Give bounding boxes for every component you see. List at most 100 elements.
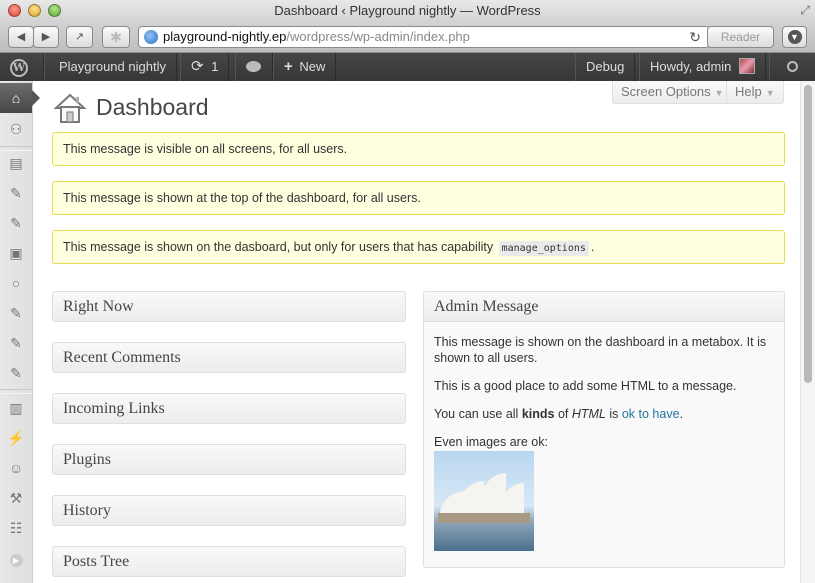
menu-posts[interactable]: ▤ — [0, 148, 32, 178]
bold-text: kinds — [521, 407, 555, 421]
admin-notice: This message is shown at the top of the … — [52, 181, 785, 215]
address-bar[interactable]: playground-nightly.ep/wordpress/wp-admin… — [138, 26, 710, 48]
site-name: Playground nightly — [59, 59, 166, 74]
notice-text-end: . — [590, 240, 595, 254]
minimize-window-button[interactable] — [28, 4, 41, 17]
forward-arrow-icon: ▶ — [41, 31, 51, 43]
postbox-title: History — [63, 502, 111, 519]
menu-pin-5[interactable]: ✎ — [0, 358, 32, 388]
help-button[interactable]: Help ▼ — [726, 81, 784, 104]
text-run: is — [605, 407, 622, 421]
screen-options-label: Screen Options — [621, 84, 711, 99]
reload-icon[interactable]: ↻ — [689, 27, 701, 47]
menu-appearance[interactable]: ▥ — [0, 393, 32, 423]
reader-button[interactable]: Reader — [707, 26, 774, 48]
comment-bubble-icon — [246, 61, 261, 72]
avatar — [739, 58, 756, 74]
text-run: . — [679, 407, 684, 421]
postbox-plugins[interactable]: Plugins — [52, 444, 406, 475]
menu-pin-4[interactable]: ✎ — [0, 328, 32, 358]
debug-menu[interactable]: Debug — [575, 53, 636, 81]
message-paragraph: Even images are ok: — [434, 435, 548, 449]
ok-to-have-link[interactable]: ok to have — [622, 407, 680, 421]
postbox-history[interactable]: History — [52, 495, 406, 526]
new-label: New — [299, 59, 326, 74]
admin-notice: This message is visible on all screens, … — [52, 132, 785, 166]
postbox-right-now[interactable]: Right Now — [52, 291, 406, 322]
updates-icon: ⟳ — [191, 58, 204, 75]
window-titlebar: Dashboard ‹ Playground nightly — WordPre… — [0, 0, 815, 22]
text-run: of — [554, 407, 572, 421]
downloads-button[interactable]: ▼ — [782, 26, 807, 48]
text-run: You can use all — [434, 407, 522, 421]
notice-text: This message is shown on the dasboard, b… — [63, 240, 494, 254]
menu-pin-2[interactable]: ✎ — [0, 208, 32, 238]
share-icon: ↗ — [74, 31, 85, 43]
menu-dashboard[interactable]: ⌂ — [0, 83, 40, 113]
site-name-menu[interactable]: Playground nightly — [44, 53, 177, 81]
admin-menu: ⌂ ⚇ ▤ ✎ ✎ ▣ ○ ✎ ✎ ✎ ▥ ⚡ ☺ ⚒ ☷ ▶ — [0, 81, 40, 583]
updates-count: 1 — [211, 59, 219, 74]
postbox-incoming-links[interactable]: Incoming Links — [52, 393, 406, 424]
search-menu[interactable] — [769, 53, 815, 81]
browser-toolbar: ◀ ▶ ↗ ✱ playground-nightly.ep/wordpress/… — [0, 22, 815, 53]
admin-notice: This message is shown on the dasboard, b… — [52, 230, 785, 264]
postbox-title: Plugins — [63, 451, 112, 468]
pushpin-icon: ✎ — [10, 215, 22, 231]
users-icon: ☺ — [8, 460, 24, 476]
metabox-header[interactable]: Admin Message — [424, 292, 784, 322]
menu-tools[interactable]: ⚒ — [0, 483, 32, 513]
posts-icon: ▤ — [9, 155, 23, 171]
message-paragraph: This is a good place to add some HTML to… — [434, 379, 737, 393]
menu-updates[interactable]: ⚇ — [0, 114, 32, 144]
home-icon: ⌂ — [11, 90, 21, 106]
collapse-menu-button[interactable]: ▶ — [0, 543, 32, 573]
pushpin-icon: ✎ — [10, 335, 22, 351]
updates-menu[interactable]: ⟳ 1 — [180, 53, 230, 81]
screen-options-button[interactable]: Screen Options ▼ — [612, 81, 733, 104]
menu-pin-1[interactable]: ✎ — [0, 178, 32, 208]
binoculars-icon: ⚇ — [9, 121, 23, 137]
scrollbar-thumb[interactable] — [804, 85, 812, 383]
pushpin-icon: ✎ — [10, 365, 22, 381]
italic-text: HTML — [571, 407, 606, 421]
media-icon: ▣ — [9, 245, 23, 261]
message-paragraph: This message is shown on the dashboard i… — [434, 335, 767, 365]
postbox-title: Incoming Links — [63, 400, 165, 417]
postbox-recent-comments[interactable]: Recent Comments — [52, 342, 406, 373]
wp-logo-menu[interactable]: W — [0, 53, 44, 81]
menu-settings[interactable]: ☷ — [0, 513, 32, 543]
menu-media[interactable]: ▣ — [0, 238, 32, 268]
menu-pin-3[interactable]: ✎ — [0, 298, 32, 328]
metabox-title: Admin Message — [434, 298, 539, 315]
share-button[interactable]: ↗ — [66, 26, 93, 48]
search-icon — [787, 61, 798, 72]
admin-message-metabox: Admin Message This message is shown on t… — [423, 291, 785, 568]
window-title: Dashboard ‹ Playground nightly — WordPre… — [274, 3, 541, 18]
postbox-title: Posts Tree — [63, 553, 130, 570]
back-button[interactable]: ◀ — [8, 26, 34, 48]
forward-button[interactable]: ▶ — [33, 26, 59, 48]
message-paragraph: You can use all kinds of HTML is ok to h… — [434, 406, 774, 422]
pushpin-icon: ✎ — [10, 305, 22, 321]
new-content-menu[interactable]: + New — [273, 53, 337, 81]
fullscreen-icon[interactable]: ⤢ — [800, 3, 810, 17]
dropdown-arrow-icon: ▼ — [765, 88, 775, 98]
menu-users[interactable]: ☺ — [0, 453, 32, 483]
extensions-button[interactable]: ✱ — [102, 26, 130, 48]
menu-plugins[interactable]: ⚡ — [0, 423, 32, 453]
close-window-button[interactable] — [8, 4, 21, 17]
wordpress-logo-icon: W — [10, 59, 28, 77]
notice-text: This message is shown at the top of the … — [63, 191, 421, 205]
debug-label: Debug — [586, 59, 625, 74]
menu-comments[interactable]: ○ — [0, 268, 32, 298]
postbox-posts-tree[interactable]: Posts Tree — [52, 546, 406, 577]
zoom-window-button[interactable] — [48, 4, 61, 17]
postbox-title: Right Now — [63, 298, 134, 315]
page-scrollbar[interactable] — [800, 81, 815, 583]
url-path: /wordpress/wp-admin/index.php — [286, 29, 470, 44]
my-account-menu[interactable]: Howdy, admin — [639, 53, 767, 81]
comments-menu[interactable] — [235, 53, 273, 81]
plus-icon: + — [284, 58, 293, 75]
collapse-arrow-icon: ▶ — [9, 554, 23, 567]
